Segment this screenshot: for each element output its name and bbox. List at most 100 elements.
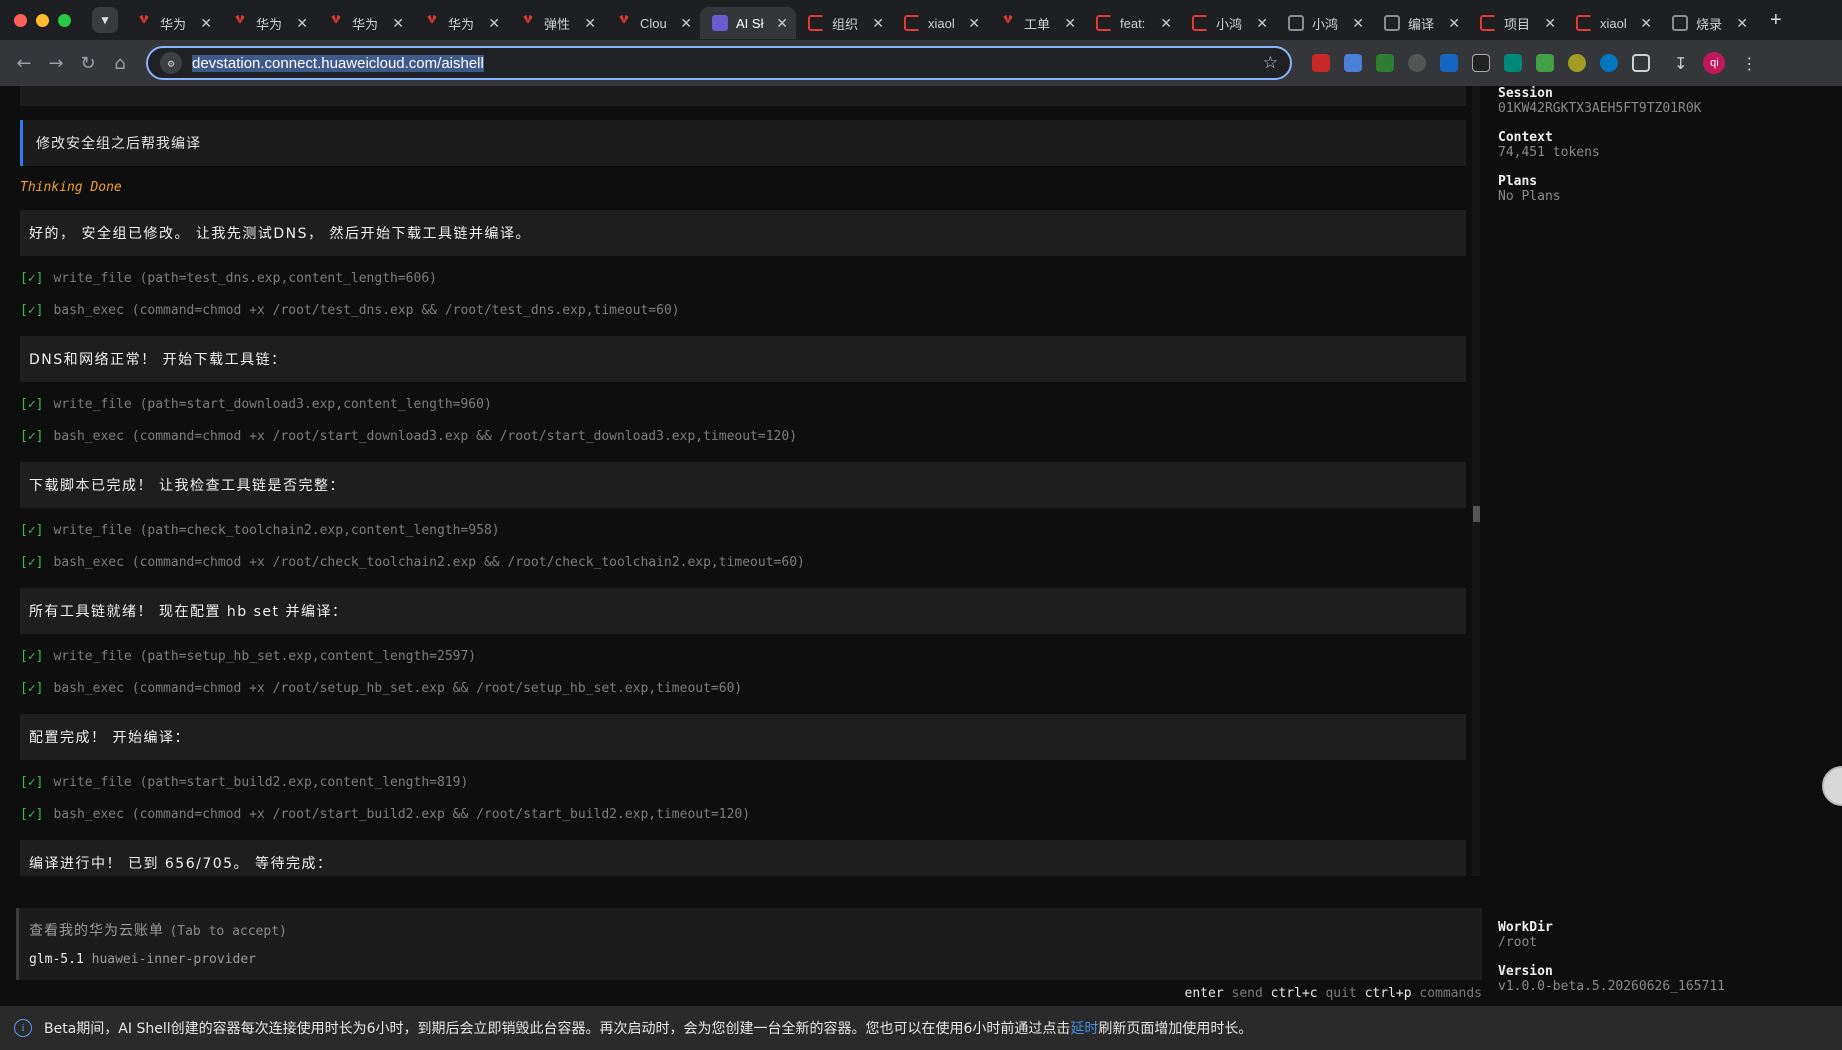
provider-name: huawei-inner-provider — [91, 952, 256, 967]
g-icon — [1096, 15, 1112, 31]
tab-close-icon[interactable]: ✕ — [200, 15, 212, 32]
minimize-window-button[interactable] — [36, 13, 49, 27]
tab-label: 小鸿 — [1312, 16, 1339, 32]
browser-tab[interactable]: AI Sł ✕ — [700, 7, 796, 39]
tab-label: 项目 — [1504, 16, 1531, 32]
browser-tab[interactable]: 烧录 ✕ — [1660, 7, 1756, 39]
browser-tab[interactable]: 编译 ✕ — [1372, 7, 1468, 39]
tool-call-row: [✓] write_file (path=setup_hb_set.exp,con… — [20, 640, 1466, 672]
tab-close-icon[interactable]: ✕ — [488, 15, 500, 32]
terminal-extension-icon[interactable] — [1440, 54, 1458, 72]
tab-close-icon[interactable]: ✕ — [1256, 15, 1268, 32]
tab-close-icon[interactable]: ✕ — [1448, 15, 1460, 32]
tab-close-icon[interactable]: ✕ — [776, 15, 788, 32]
extensions-puzzle-icon[interactable] — [1632, 54, 1650, 72]
extension-blue-icon[interactable] — [1600, 54, 1618, 72]
browser-tab[interactable]: feat: ✕ — [1084, 7, 1180, 39]
url-text: devstation.connect.huaweicloud.com/aishe… — [192, 54, 484, 72]
check-mark: [✓] — [20, 648, 44, 664]
check-mark: [✓] — [20, 774, 44, 790]
tab-close-icon[interactable]: ✕ — [1160, 15, 1172, 32]
tab-label: Clou — [640, 15, 667, 31]
browser-tab[interactable]: 华为 ✕ — [124, 7, 220, 39]
tab-label: 华为 — [448, 16, 475, 32]
notice-text: Beta期间，AI Shell创建的容器每次连接使用时长为6小时，到期后会立即销… — [44, 1021, 1253, 1037]
check-mark: [✓] — [20, 428, 44, 444]
tool-call-text: write_file (path=check_toolchain2.exp,co… — [53, 522, 500, 538]
tab-search-chevron-icon[interactable]: ▼ — [92, 7, 118, 33]
extension-circle-icon[interactable] — [1408, 54, 1426, 72]
back-arrow-icon[interactable]: ← — [8, 47, 40, 79]
tool-call-text: bash_exec (command=chmod +x /root/start_… — [53, 428, 798, 444]
browser-tab[interactable]: 组织 ✕ — [796, 7, 892, 39]
extension-frog-icon[interactable] — [1568, 54, 1586, 72]
tab-close-icon[interactable]: ✕ — [680, 15, 692, 32]
extensions-area — [1312, 54, 1650, 72]
shortcut-action: send — [1231, 986, 1263, 1001]
download-extension-icon[interactable] — [1536, 54, 1554, 72]
tab-label: 华为 — [256, 16, 283, 32]
home-icon[interactable]: ⌂ — [104, 47, 136, 79]
browser-tab[interactable]: xiaol ✕ — [892, 7, 988, 39]
prompt-input[interactable]: 查看我的华为云账单 (Tab to accept) glm-5.1 huawei… — [16, 908, 1482, 980]
extend-time-link[interactable]: 延时 — [1070, 1021, 1098, 1037]
tab-close-icon[interactable]: ✕ — [968, 15, 980, 32]
site-info-icon[interactable]: ⚙ — [160, 52, 182, 74]
browser-tab[interactable]: xiaol ✕ — [1564, 7, 1660, 39]
g-icon — [1192, 15, 1208, 31]
browser-tab[interactable]: 小鸿 ✕ — [1180, 7, 1276, 39]
tool-call-text: write_file (path=setup_hb_set.exp,conten… — [53, 648, 477, 664]
tab-close-icon[interactable]: ✕ — [1736, 15, 1748, 32]
floating-assistant-icon[interactable] — [1822, 766, 1842, 806]
address-bar[interactable]: ⚙ devstation.connect.huaweicloud.com/ais… — [146, 46, 1292, 80]
reload-icon[interactable]: ↻ — [72, 47, 104, 79]
tab-close-icon[interactable]: ✕ — [1352, 15, 1364, 32]
browser-tab[interactable]: 弹性 ✕ — [508, 7, 604, 39]
forward-arrow-icon[interactable]: → — [40, 47, 72, 79]
tab-close-icon[interactable]: ✕ — [872, 15, 884, 32]
zoom-window-button[interactable] — [58, 13, 71, 27]
tab-close-icon[interactable]: ✕ — [1640, 15, 1652, 32]
tool-call-row: [✓] bash_exec (command=chmod +x /root/sta… — [20, 420, 1466, 452]
translate-extension-icon[interactable] — [1344, 54, 1362, 72]
tool-call-text: write_file (path=start_download3.exp,con… — [53, 396, 492, 412]
tab-label: 华为 — [352, 16, 379, 32]
tab-close-icon[interactable]: ✕ — [584, 15, 596, 32]
close-window-button[interactable] — [14, 13, 27, 27]
tab-close-icon[interactable]: ✕ — [392, 15, 404, 32]
bookmark-star-icon[interactable]: ☆ — [1263, 53, 1278, 73]
avatar[interactable]: qi — [1703, 52, 1726, 74]
ai-shell-terminal: 修改安全组之后帮我编译 Thinking Done 好的， 安全组已修改。 让我… — [0, 86, 1842, 1006]
new-tab-button[interactable]: + — [1770, 9, 1782, 32]
extension-green-icon[interactable] — [1376, 54, 1394, 72]
assistant-message: 下载脚本已完成！ 让我检查工具链是否完整： — [20, 462, 1466, 508]
tool-call-group: [✓] write_file (path=test_dns.exp,content… — [20, 256, 1466, 328]
tab-close-icon[interactable]: ✕ — [1544, 15, 1556, 32]
g-icon — [904, 15, 920, 31]
tab-label: xiaol — [928, 15, 955, 31]
workdir-label: WorkDir — [1498, 920, 1553, 935]
scrollbar-thumb[interactable] — [1473, 506, 1480, 522]
download-icon[interactable]: ↧ — [1674, 54, 1687, 73]
huawei-icon — [331, 15, 341, 24]
browser-tab[interactable]: Clou ✕ — [604, 7, 700, 39]
browser-tab[interactable]: 华为 ✕ — [220, 7, 316, 39]
tab-label: xiaol — [1600, 15, 1627, 31]
extension-dark-icon[interactable] — [1472, 54, 1490, 72]
browser-tab[interactable]: 小鸿 ✕ — [1276, 7, 1372, 39]
shortcut-key: ctrl+p — [1364, 986, 1412, 1001]
session-value: 01KW42RGKTX3AEH5FT9TZ01R0K — [1498, 101, 1702, 116]
previous-block — [20, 86, 1466, 106]
menu-kebab-icon[interactable]: ⋮ — [1741, 54, 1757, 73]
extension-teal-icon[interactable] — [1504, 54, 1522, 72]
extension-red-icon[interactable] — [1312, 54, 1330, 72]
tab-close-icon[interactable]: ✕ — [1064, 15, 1076, 32]
browser-tab[interactable]: 华为 ✕ — [316, 7, 412, 39]
browser-tab[interactable]: 工单 ✕ — [988, 7, 1084, 39]
sidebar-footer: WorkDir /root Version v1.0.0-beta.5.2026… — [1498, 920, 1828, 1008]
model-name[interactable]: glm-5.1 — [29, 952, 84, 967]
browser-tab[interactable]: 华为 ✕ — [412, 7, 508, 39]
tool-call-text: write_file (path=start_build2.exp,conten… — [53, 774, 469, 790]
tab-close-icon[interactable]: ✕ — [296, 15, 308, 32]
browser-tab[interactable]: 项目 ✕ — [1468, 7, 1564, 39]
